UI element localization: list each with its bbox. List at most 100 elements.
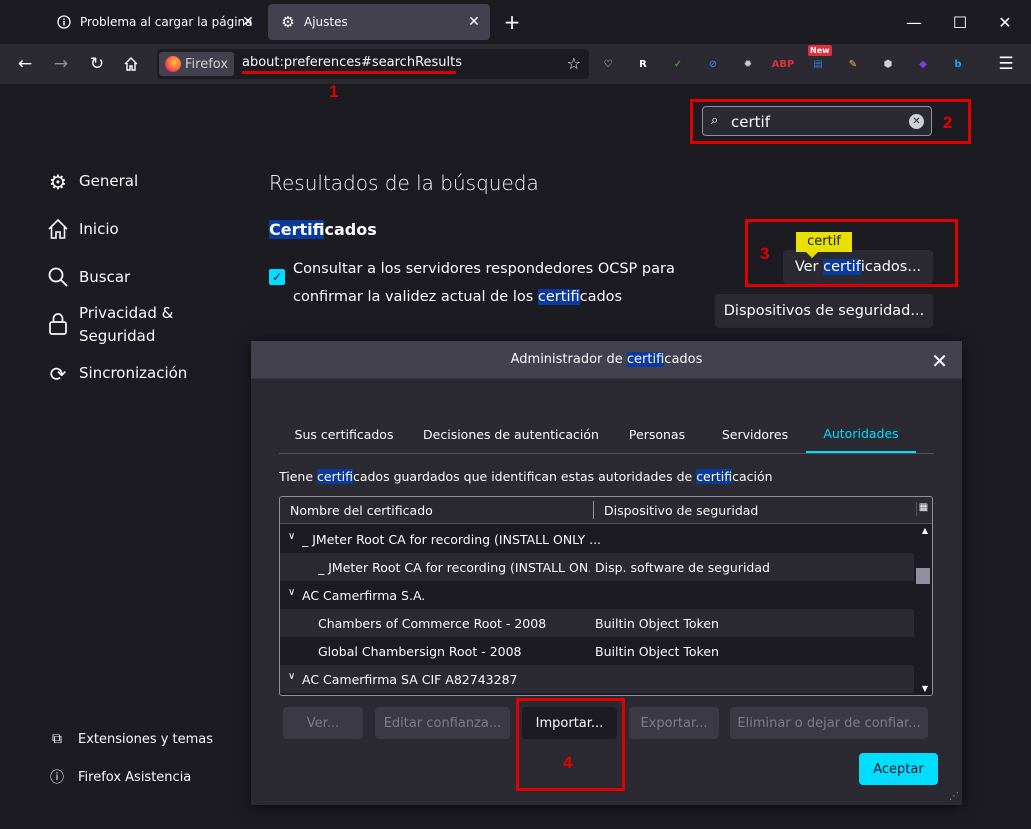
sidebar-item-home[interactable]: Inicio	[46, 218, 119, 242]
certificate-name: AC Camerfirma SA CIF A82743287	[302, 672, 518, 687]
certificate-tree[interactable]: Nombre del certificado Dispositivo de se…	[279, 496, 933, 696]
tree-group-row[interactable]: ∨ _ JMeter Root CA for recording (INSTALL…	[280, 525, 914, 553]
security-device: Disp. software de seguridad	[595, 560, 770, 575]
scrollbar[interactable]: ▲ ▼	[914, 524, 932, 695]
block-extension-icon[interactable]: ⊘	[703, 54, 723, 74]
tab-your-certificates[interactable]: Sus certificados	[285, 415, 403, 453]
reload-icon[interactable]: ↻	[83, 50, 111, 78]
abp-icon[interactable]: ABP	[772, 54, 795, 74]
tab-settings[interactable]: ⚙ Ajustes ✕	[268, 4, 490, 40]
edit-trust-button[interactable]: Editar confianza...	[375, 707, 510, 739]
tab-divider	[279, 453, 934, 454]
annotation-number-3: 3	[760, 244, 770, 263]
delete-or-distrust-button[interactable]: Eliminar o dejar de confiar...	[730, 707, 928, 739]
tab-problem-loading[interactable]: Problema al cargar la página ✕	[44, 4, 264, 40]
info-icon	[56, 14, 72, 30]
annotation-underline	[242, 71, 456, 74]
tab-authentication-decisions[interactable]: Decisiones de autenticación	[421, 415, 601, 453]
scrollbar-thumb[interactable]	[916, 568, 930, 584]
sidebar-footer-label: Extensiones y temas	[78, 731, 214, 747]
tree-group-row[interactable]: ∨ AC Camerfirma S.A.	[280, 581, 914, 609]
search-icon	[46, 266, 70, 290]
sidebar-item-search[interactable]: Buscar	[46, 266, 130, 290]
bookmark-star-icon[interactable]: ☆	[567, 54, 581, 73]
security-device: Builtin Object Token	[595, 644, 719, 659]
column-separator[interactable]	[593, 501, 594, 519]
tab-servers[interactable]: Servidores	[713, 415, 797, 453]
new-tab-button[interactable]: +	[498, 8, 526, 36]
security-devices-button[interactable]: Dispositivos de seguridad...	[715, 294, 933, 328]
column-picker-icon[interactable]: ▦	[916, 502, 930, 516]
close-tab-icon[interactable]: ✕	[466, 14, 482, 30]
annotation-box-2	[690, 99, 971, 144]
sidebar-support-link[interactable]: ⓘ Firefox Asistencia	[48, 767, 191, 787]
bing-icon[interactable]: b	[948, 54, 968, 74]
scroll-down-icon[interactable]: ▼	[922, 684, 928, 693]
dialog-title: Administrador de certificados	[251, 352, 962, 367]
sidebar-item-sync[interactable]: ⟳ Sincronización	[46, 362, 188, 386]
chevron-down-icon[interactable]: ∨	[288, 531, 295, 542]
pencil-extension-icon[interactable]: ✎	[843, 54, 863, 74]
url-bar[interactable]: Firefox about:preferences#searchResults …	[157, 49, 589, 79]
tree-item-row[interactable]: _ JMeter Root CA for recording (INSTALL …	[280, 553, 914, 581]
annotation-number-4: 4	[563, 753, 573, 772]
column-header-name[interactable]: Nombre del certificado	[290, 503, 433, 518]
tree-header: Nombre del certificado Dispositivo de se…	[280, 497, 932, 524]
sidebar-extensions-link[interactable]: ⧉ Extensiones y temas	[48, 731, 213, 747]
security-device: Builtin Object Token	[595, 616, 719, 631]
news-extension-icon[interactable]: ▤ New	[808, 45, 832, 74]
back-icon[interactable]: ←	[11, 50, 39, 78]
tree-item-row[interactable]: Global Chambersign Root - 2008 Builtin Ob…	[280, 637, 914, 665]
ocsp-text-end: icados	[579, 289, 623, 305]
certificate-name: _ JMeter Root CA for recording (INSTALL …	[302, 532, 602, 547]
url-text[interactable]: about:preferences#searchResults	[242, 55, 462, 70]
home-icon[interactable]	[117, 50, 145, 78]
export-button[interactable]: Exportar...	[629, 707, 719, 739]
chevron-down-icon[interactable]: ∨	[288, 587, 295, 598]
column-header-device[interactable]: Dispositivo de seguridad	[604, 503, 758, 518]
sidebar-item-general[interactable]: ⚙ General	[46, 170, 138, 194]
annotation-number-2: 2	[943, 113, 953, 132]
tree-group-row[interactable]: ∨ AC Camerfirma SA CIF A82743287	[280, 665, 914, 693]
new-badge: New	[808, 45, 832, 56]
tree-item-row[interactable]: Chambers of Commerce Root - 2008 Builtin …	[280, 609, 914, 637]
accept-button[interactable]: Aceptar	[859, 753, 938, 785]
sidebar-item-privacy[interactable]: Privacidad & Seguridad	[46, 302, 173, 348]
sidebar-item-label: Buscar	[79, 268, 131, 286]
resize-grip-icon[interactable]: ⋰	[949, 791, 959, 802]
view-button[interactable]: Ver...	[283, 707, 363, 739]
chevron-down-icon[interactable]: ∨	[288, 671, 295, 682]
certificates-heading: Certificados	[269, 220, 377, 239]
heading-rest: icados	[324, 220, 377, 239]
ocsp-checkbox[interactable]: ✓	[269, 269, 285, 285]
sidebar-item-label: Inicio	[79, 220, 119, 238]
close-window-button[interactable]: ✕	[991, 8, 1019, 36]
close-tab-icon[interactable]: ✕	[240, 14, 256, 30]
shield-extension-icon[interactable]: ✓	[668, 54, 688, 74]
tab-people[interactable]: Personas	[619, 415, 695, 453]
cube-extension-icon[interactable]: ⬢	[878, 54, 898, 74]
diamond-extension-icon[interactable]: ◆	[913, 54, 933, 74]
search-highlight: certif	[317, 469, 353, 484]
maximize-button[interactable]: ☐	[946, 8, 974, 36]
sidebar-item-label-line2: Seguridad	[79, 327, 156, 345]
minimize-button[interactable]: —	[900, 8, 928, 36]
scroll-up-icon[interactable]: ▲	[922, 526, 928, 535]
tab-authorities[interactable]: Autoridades	[806, 415, 916, 453]
identity-box[interactable]: Firefox	[159, 52, 235, 76]
identity-label: Firefox	[185, 56, 229, 72]
r-extension-icon[interactable]: R	[633, 54, 653, 74]
navigation-toolbar: ← → ↻ Firefox about:preferences#searchRe…	[0, 44, 1031, 84]
forward-icon[interactable]: →	[47, 50, 75, 78]
menu-icon[interactable]: ☰	[992, 50, 1020, 78]
pocket-icon[interactable]: ♡	[598, 54, 618, 74]
page-title: Resultados de la búsqueda	[269, 171, 539, 195]
tab-title: Ajustes	[304, 15, 348, 29]
search-highlight: certif	[626, 352, 665, 367]
dialog-title-text: Administrador de	[510, 352, 627, 367]
close-icon[interactable]: ✕	[931, 349, 948, 373]
search-highlight: certif	[537, 289, 580, 305]
gear-extension-icon[interactable]: ✹	[738, 54, 758, 74]
tab-strip: Problema al cargar la página ✕ ⚙ Ajustes…	[0, 0, 1031, 44]
authorities-description: Tiene certificados guardados que identif…	[279, 469, 773, 484]
